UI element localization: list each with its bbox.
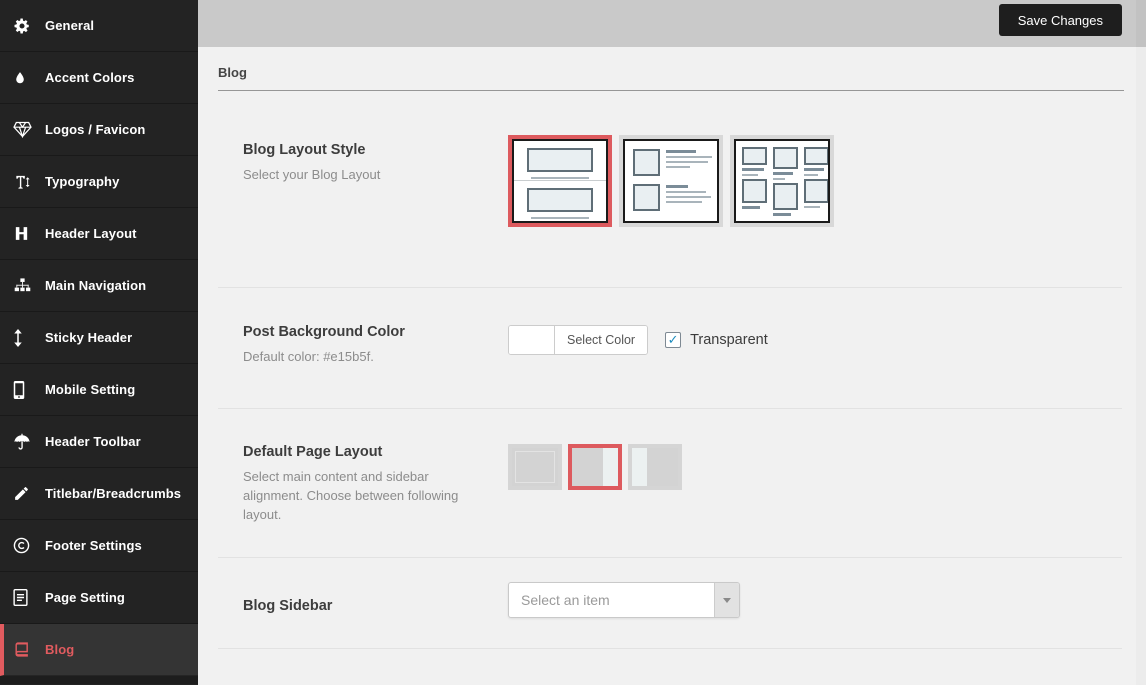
section-blog-layout-style: Blog Layout Style Select your Blog Layou…	[218, 91, 1122, 288]
section-label-column: Post Background Color Default color: #e1…	[218, 288, 508, 408]
sidebar-item-label: Accent Colors	[45, 70, 135, 85]
section-default-page-layout: Default Page Layout Select main content …	[218, 409, 1122, 558]
sidebar-item-label: Typography	[45, 174, 120, 189]
section-title: Blog Sidebar	[243, 598, 333, 614]
sidebar-item-label: General	[45, 18, 95, 33]
transparent-checkbox[interactable]: ✓	[665, 331, 682, 348]
select-arrow-button[interactable]	[714, 583, 739, 617]
section-control-column: Select Color ✓ Transparent	[508, 288, 1122, 408]
text-height-icon	[13, 173, 37, 191]
sidebar-item-page-setting[interactable]: Page Setting	[0, 572, 198, 624]
sidebar-item-sticky-header[interactable]: Sticky Header	[0, 312, 198, 364]
section-label-column: Blog Layout Style Select your Blog Layou…	[218, 91, 508, 287]
book-icon	[13, 641, 37, 659]
sidebar-item-label: Sticky Header	[45, 330, 133, 345]
section-description: Default color: #e15b5f.	[243, 349, 374, 364]
umbrella-icon	[13, 433, 37, 451]
color-swatch	[509, 326, 555, 354]
vertical-scrollbar[interactable]	[1136, 0, 1146, 685]
sidebar-item-label: Page Setting	[45, 590, 125, 605]
sidebar-item-label: Logos / Favicon	[45, 122, 146, 137]
layout-thumbnail-medium	[623, 139, 719, 223]
section-control-column: Select an item	[508, 558, 1122, 648]
sidebar-item-titlebar-breadcrumbs[interactable]: Titlebar/Breadcrumbs	[0, 468, 198, 520]
copyright-icon	[13, 537, 37, 555]
section-post-background-color: Post Background Color Default color: #e1…	[218, 288, 1122, 409]
header-h-icon	[13, 225, 37, 243]
page-layout-option-sidebar-right[interactable]	[568, 444, 622, 490]
blog-layout-option-large-image[interactable]	[508, 135, 612, 227]
sidebar-item-main-navigation[interactable]: Main Navigation	[0, 260, 198, 312]
sidebar-item-general[interactable]: General	[0, 0, 198, 52]
section-description: Select main content and sidebar alignmen…	[243, 469, 459, 522]
sidebar-item-label: Blog	[45, 642, 75, 657]
sidebar-item-header-toolbar[interactable]: Header Toolbar	[0, 416, 198, 468]
sidebar-item-label: Header Toolbar	[45, 434, 141, 449]
blog-layout-option-grid[interactable]	[730, 135, 834, 227]
mobile-icon	[13, 380, 37, 399]
page-layout-options	[508, 444, 1122, 490]
select-placeholder: Select an item	[521, 592, 610, 608]
chevron-down-icon	[723, 597, 731, 603]
sidebar-item-header-layout[interactable]: Header Layout	[0, 208, 198, 260]
section-title: Blog Layout Style	[243, 142, 366, 158]
sidebar-item-blog[interactable]: Blog	[0, 624, 198, 676]
save-changes-button[interactable]: Save Changes	[998, 4, 1122, 36]
section-label-column: Blog Sidebar	[218, 558, 508, 648]
gear-icon	[13, 17, 37, 35]
section-control-column	[508, 91, 1122, 287]
page-layout-option-sidebar-left[interactable]	[628, 444, 682, 490]
sidebar-item-label: Main Navigation	[45, 278, 147, 293]
scrollbar-thumb[interactable]	[1136, 0, 1146, 47]
transparent-label: Transparent	[690, 332, 768, 348]
section-description: Select your Blog Layout	[243, 167, 381, 182]
check-icon: ✓	[667, 331, 679, 347]
sidebar-item-label: Header Layout	[45, 226, 137, 241]
section-blog-sidebar: Blog Sidebar Select an item	[218, 558, 1122, 649]
sidebar-item-logos-favicon[interactable]: Logos / Favicon	[0, 104, 198, 156]
select-color-label: Select Color	[555, 326, 648, 354]
sidebar-item-label: Titlebar/Breadcrumbs	[45, 486, 182, 501]
section-label-column: Default Page Layout Select main content …	[218, 409, 508, 557]
page-layout-option-full-width[interactable]	[508, 444, 562, 490]
sidebar-item-label: Mobile Setting	[45, 382, 136, 397]
layout-thumbnail-grid	[734, 139, 830, 223]
blog-layout-option-medium-image[interactable]	[619, 135, 723, 227]
sidebar-item-accent-colors[interactable]: Accent Colors	[0, 52, 198, 104]
section-title: Post Background Color	[243, 324, 405, 340]
pencil-icon	[13, 485, 37, 503]
sidebar-item-label: Footer Settings	[45, 538, 142, 553]
layout-thumbnail-large	[512, 139, 608, 223]
topbar: Save Changes	[198, 0, 1136, 47]
settings-sidebar: General Accent Colors Logos / Favicon Ty…	[0, 0, 198, 685]
sidebar-item-footer-settings[interactable]: Footer Settings	[0, 520, 198, 572]
panel-header: Blog	[218, 47, 1124, 91]
color-picker-button[interactable]: Select Color	[508, 325, 649, 355]
droplet-icon	[13, 69, 37, 87]
blog-layout-options	[508, 135, 1122, 227]
page-icon	[13, 589, 37, 607]
sitemap-icon	[13, 277, 37, 295]
page-title: Blog	[218, 65, 247, 80]
sidebar-item-mobile-setting[interactable]: Mobile Setting	[0, 364, 198, 416]
section-title: Default Page Layout	[243, 444, 383, 460]
blog-sidebar-select[interactable]: Select an item	[508, 582, 740, 618]
settings-panel: Blog Blog Layout Style Select your Blog …	[198, 47, 1136, 685]
sidebar-item-typography[interactable]: Typography	[0, 156, 198, 208]
gem-icon	[13, 121, 37, 139]
sidebar-next-item-partial	[0, 676, 198, 684]
section-control-column	[508, 409, 1122, 557]
arrows-vertical-icon	[13, 328, 37, 347]
